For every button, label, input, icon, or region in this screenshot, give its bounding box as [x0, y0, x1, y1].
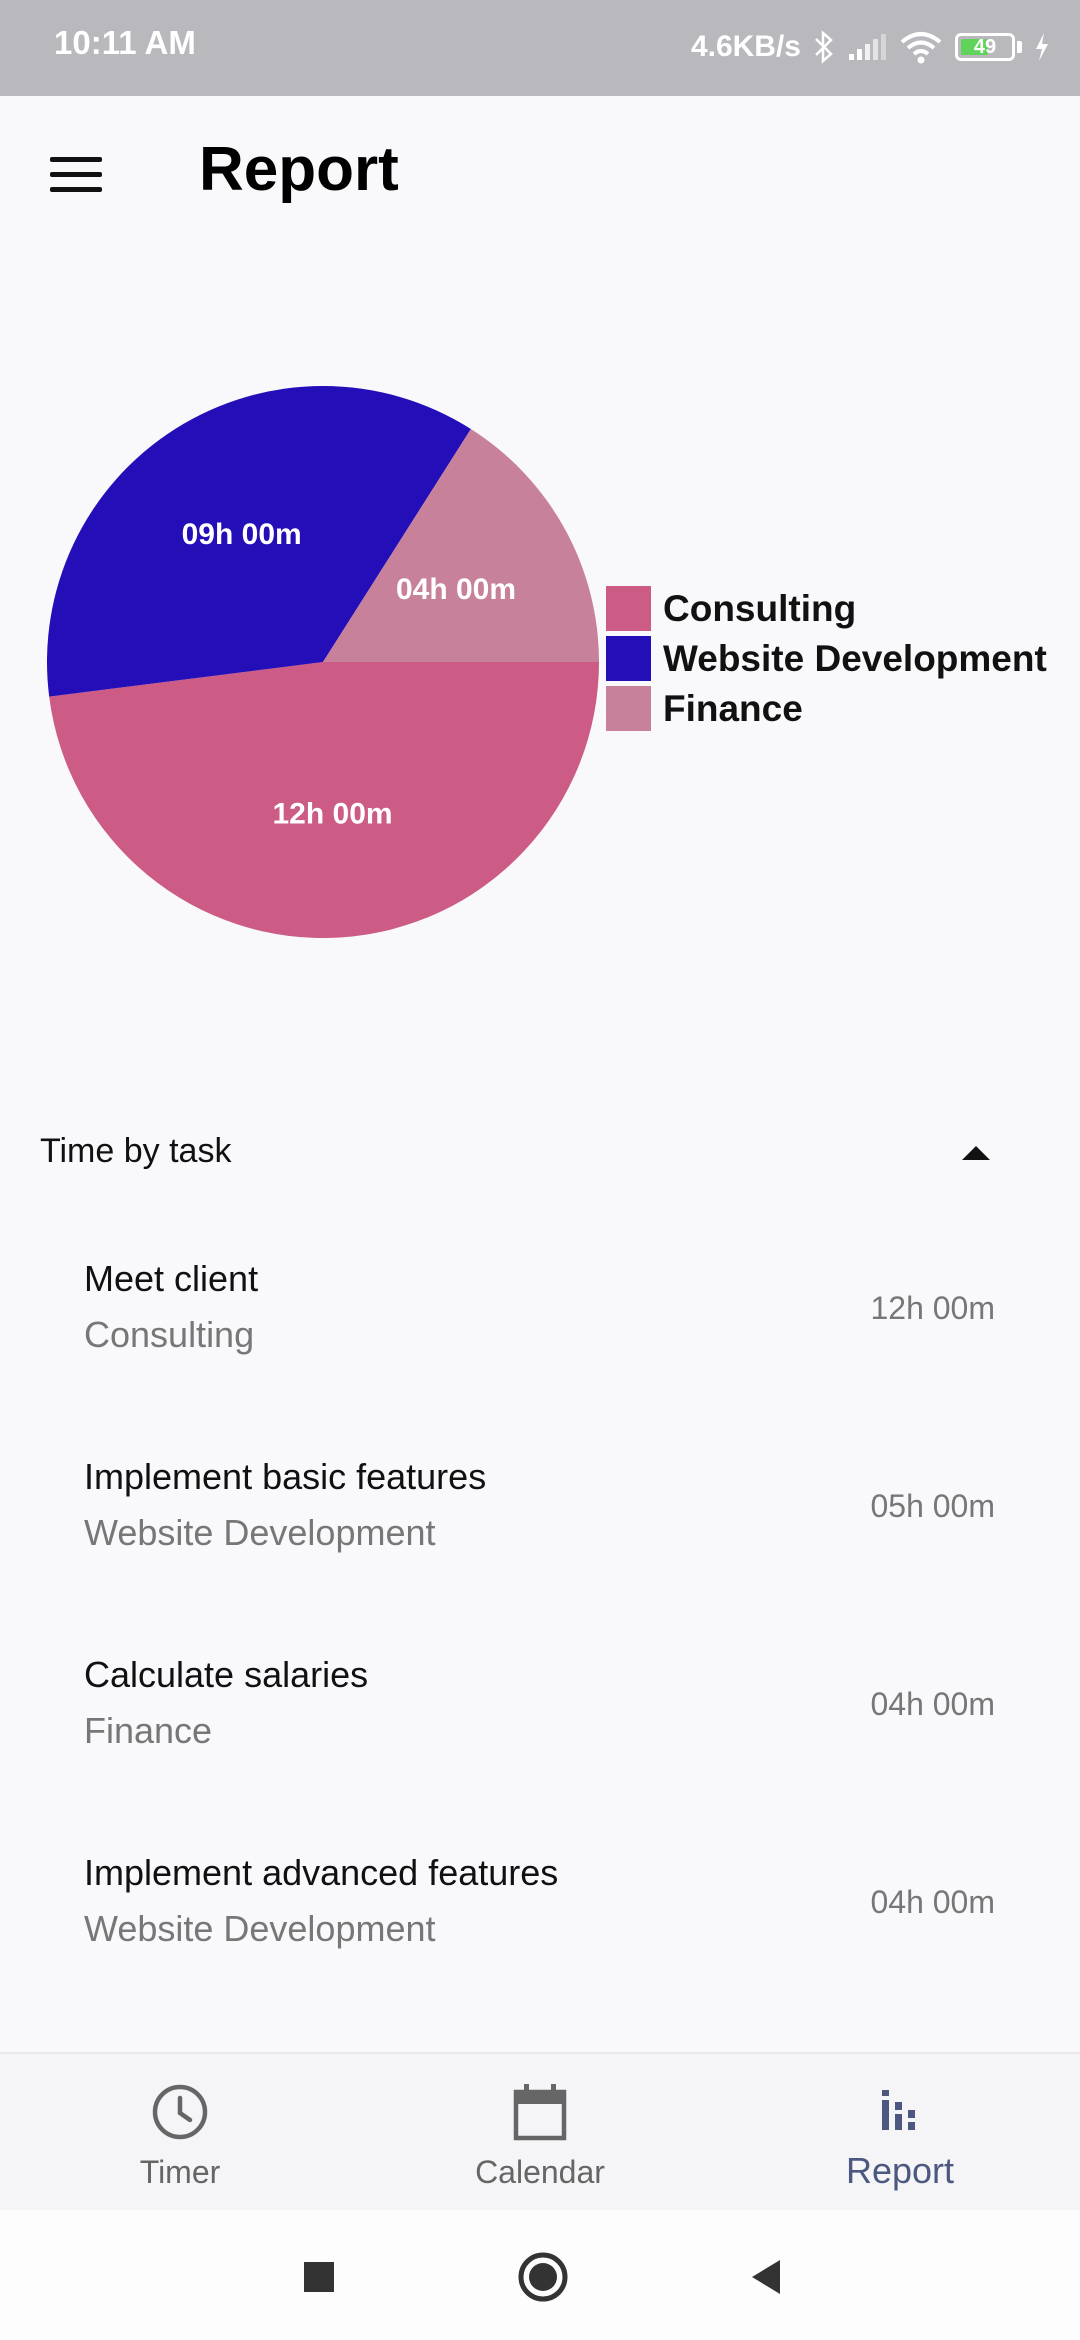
task-name: Implement basic features [84, 1456, 487, 1497]
battery-icon: 49 [955, 33, 1022, 61]
legend-swatch [606, 586, 651, 631]
nav-report[interactable]: Report [720, 2054, 1080, 2212]
task-name: Implement advanced features [84, 1852, 559, 1893]
status-icons: 4.6KB/s 49 [691, 22, 1050, 72]
task-duration: 12h 00m [870, 1290, 995, 1326]
task-row[interactable]: Implement basic features Website Develop… [0, 1428, 1080, 1626]
time-by-task-header[interactable]: Time by task [0, 1110, 1080, 1190]
legend-label: Website Development [663, 638, 1047, 679]
page-title: Report [199, 135, 399, 204]
chevron-up-icon[interactable] [962, 1146, 990, 1160]
task-duration: 05h 00m [870, 1488, 995, 1524]
pie-chart: 12h 00m 09h 00m 04h 00m Consulting Website D… [47, 386, 1047, 939]
task-name: Calculate salaries [84, 1654, 369, 1695]
wifi-icon [900, 32, 942, 64]
pie-slice-label: 04h 00m [396, 573, 516, 606]
task-row[interactable]: Meet client Consulting 12h 00m [0, 1230, 1080, 1428]
nav-calendar[interactable]: Calendar [360, 2054, 720, 2212]
task-project: Website Development [84, 1512, 436, 1553]
status-bar: 10:11 AM 4.6KB/s 49 [0, 0, 1080, 96]
legend-swatch [606, 686, 651, 731]
bottom-nav: Timer Calendar Report [0, 2052, 1080, 2212]
bluetooth-icon [815, 30, 833, 64]
pie-slice-label: 12h 00m [272, 798, 392, 831]
task-project: Website Development [84, 1908, 436, 1949]
pie-slice-label: 09h 00m [182, 518, 302, 551]
menu-icon[interactable] [50, 157, 102, 193]
nav-label: Report [845, 2150, 955, 2191]
task-project: Finance [84, 1710, 213, 1751]
clock-icon [152, 2084, 208, 2140]
system-nav-bar [0, 2210, 1080, 2340]
battery-level: 49 [973, 36, 997, 58]
network-speed: 4.6KB/s [690, 30, 801, 63]
back-icon[interactable] [740, 2250, 794, 2304]
status-time: 10:11 AM [54, 24, 196, 61]
task-row[interactable]: Implement advanced features Website Deve… [0, 1824, 1080, 2022]
task-duration: 04h 00m [870, 1884, 995, 1920]
nav-timer[interactable]: Timer [0, 2054, 360, 2212]
legend-swatch [606, 636, 651, 681]
task-project: Consulting [84, 1314, 255, 1355]
nav-label: Calendar [475, 2154, 605, 2190]
task-row[interactable]: Calculate salaries Finance 04h 00m [0, 1626, 1080, 1824]
charging-icon [1036, 33, 1048, 61]
signal-icon [849, 34, 886, 60]
bar-chart-icon [882, 2090, 915, 2130]
task-duration: 04h 00m [870, 1686, 995, 1722]
legend-label: Consulting [663, 588, 856, 629]
recents-icon[interactable] [292, 2250, 346, 2304]
home-icon[interactable] [516, 2250, 570, 2304]
section-title: Time by task [40, 1132, 232, 1170]
nav-label: Timer [139, 2154, 221, 2190]
calendar-icon [513, 2084, 567, 2141]
legend-label: Finance [663, 688, 803, 729]
task-name: Meet client [84, 1258, 259, 1299]
task-list: Meet client Consulting 12h 00m Implement… [0, 1230, 1080, 2022]
